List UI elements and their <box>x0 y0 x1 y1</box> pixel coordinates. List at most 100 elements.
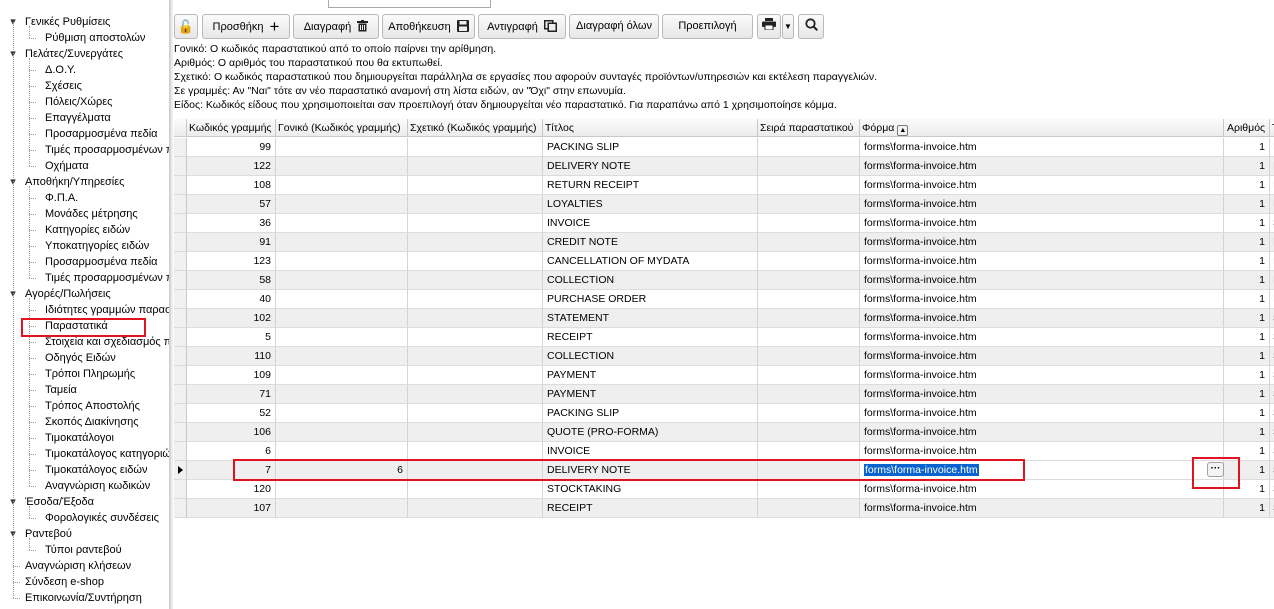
tree-item[interactable]: Αναγνώριση κωδικών <box>0 478 169 494</box>
print-button[interactable] <box>757 14 781 39</box>
default-button[interactable]: Προεπιλογή <box>662 14 753 39</box>
cell-t[interactable]: I <box>1270 252 1274 271</box>
cell-related[interactable] <box>408 271 543 290</box>
row-indicator[interactable] <box>174 347 187 366</box>
cell-related[interactable] <box>408 195 543 214</box>
cell-title[interactable]: PAYMENT <box>543 366 758 385</box>
cell-t[interactable]: S <box>1270 461 1274 480</box>
cell-number[interactable]: 1 <box>1224 499 1270 518</box>
row-indicator[interactable] <box>174 423 187 442</box>
table-row[interactable]: 99 PACKING SLIP forms\forma-invoice.htm1I <box>174 138 1274 157</box>
cell-parent[interactable] <box>276 214 408 233</box>
lock-button[interactable]: 🔓 <box>174 14 198 39</box>
row-indicator[interactable] <box>174 461 187 480</box>
tree-item[interactable]: Τύποι ραντεβού <box>0 542 169 558</box>
cell-code[interactable]: 91 <box>187 233 276 252</box>
save-button[interactable]: Αποθήκευση <box>382 14 475 39</box>
row-indicator[interactable] <box>174 442 187 461</box>
cell-number[interactable]: 1 <box>1224 328 1270 347</box>
cell-related[interactable] <box>408 366 543 385</box>
tree-group[interactable]: ▾ Πελάτες/Συνεργάτες <box>0 46 169 62</box>
column-header-related[interactable]: Σχετικό (Κωδικός γραμμής) <box>408 119 543 137</box>
column-header-number[interactable]: Αριθμός <box>1224 119 1270 137</box>
cell-number[interactable]: 1 <box>1224 309 1270 328</box>
table-row[interactable]: 52 PACKING SLIP forms\forma-invoice.htm1S <box>174 404 1274 423</box>
tree-group[interactable]: ▾ Αποθήκη/Υπηρεσίες <box>0 174 169 190</box>
tree-item[interactable]: Τιμές προσαρμοσμένων π <box>0 270 169 286</box>
cell-series[interactable] <box>758 138 860 157</box>
cell-t[interactable]: S <box>1270 347 1274 366</box>
cell-number[interactable]: 1 <box>1224 214 1270 233</box>
table-row[interactable]: 40 PURCHASE ORDER forms\forma-invoice.htm 1… <box>174 290 1274 309</box>
tree-group[interactable]: ▾ Αγορές/Πωλήσεις <box>0 286 169 302</box>
cell-title[interactable]: QUOTE (PRO-FORMA) <box>543 423 758 442</box>
tree-item[interactable]: Ρύθμιση αποστολών <box>0 30 169 46</box>
cell-parent[interactable] <box>276 309 408 328</box>
cell-form[interactable]: forms\forma-invoice.htm <box>860 176 1224 195</box>
cell-form[interactable]: forms\forma-invoice.htm <box>860 366 1224 385</box>
cell-t[interactable]: I <box>1270 195 1274 214</box>
cell-parent[interactable] <box>276 366 408 385</box>
print-dropdown-button[interactable]: ▼ <box>782 14 794 39</box>
cell-number[interactable]: 1 <box>1224 233 1270 252</box>
cell-parent[interactable] <box>276 176 408 195</box>
cell-number[interactable]: 1 <box>1224 195 1270 214</box>
row-indicator[interactable] <box>174 214 187 233</box>
cell-number[interactable]: 1 <box>1224 157 1270 176</box>
cell-related[interactable] <box>408 214 543 233</box>
cell-form[interactable]: forms\forma-invoice.htm <box>860 214 1224 233</box>
cell-code[interactable]: 57 <box>187 195 276 214</box>
table-row[interactable]: 122 DELIVERY NOTE forms\forma-invoice.htm 1… <box>174 157 1274 176</box>
cell-form[interactable]: forms\forma-invoice.htm <box>860 252 1224 271</box>
row-indicator[interactable] <box>174 271 187 290</box>
cell-code[interactable]: 102 <box>187 309 276 328</box>
cell-form[interactable]: forms\forma-invoice.htm <box>860 347 1224 366</box>
tree-item[interactable]: Τρόποι Πληρωμής <box>0 366 169 382</box>
cell-parent[interactable] <box>276 404 408 423</box>
cell-related[interactable] <box>408 290 543 309</box>
cell-form[interactable]: forms\forma-invoice.htm <box>860 157 1224 176</box>
cell-t[interactable]: I <box>1270 176 1274 195</box>
tree-item[interactable]: Τιμοκατάλογοι <box>0 430 169 446</box>
cell-t[interactable]: S <box>1270 328 1274 347</box>
cell-form[interactable]: forms\forma-invoice.htm <box>860 404 1224 423</box>
cell-related[interactable] <box>408 385 543 404</box>
tree-item[interactable]: Επαγγέλματα <box>0 110 169 126</box>
row-indicator[interactable] <box>174 290 187 309</box>
cell-code[interactable]: 123 <box>187 252 276 271</box>
cell-series[interactable] <box>758 157 860 176</box>
cell-t[interactable]: S <box>1270 499 1274 518</box>
row-indicator[interactable] <box>174 252 187 271</box>
cell-series[interactable] <box>758 176 860 195</box>
cell-series[interactable] <box>758 271 860 290</box>
cell-t[interactable]: S <box>1270 214 1274 233</box>
cell-t[interactable]: I <box>1270 233 1274 252</box>
cell-series[interactable] <box>758 423 860 442</box>
cell-related[interactable] <box>408 157 543 176</box>
cell-title[interactable]: COLLECTION <box>543 271 758 290</box>
column-header-t[interactable]: Τ <box>1270 119 1274 137</box>
column-header-form[interactable]: Φόρμα ▲ <box>860 119 1224 137</box>
tree-item[interactable]: Ταμεία <box>0 382 169 398</box>
cell-series[interactable] <box>758 233 860 252</box>
table-row[interactable]: 109 PAYMENT forms\forma-invoice.htm1S <box>174 366 1274 385</box>
tree-item[interactable]: Φ.Π.Α. <box>0 190 169 206</box>
cell-t[interactable]: S <box>1270 423 1274 442</box>
cell-series[interactable] <box>758 195 860 214</box>
cell-code[interactable]: 99 <box>187 138 276 157</box>
cell-t[interactable]: S <box>1270 309 1274 328</box>
cell-code[interactable]: 58 <box>187 271 276 290</box>
cell-form[interactable]: forms\forma-invoice.htm <box>860 290 1224 309</box>
search-button[interactable] <box>798 14 824 39</box>
cell-t[interactable]: S <box>1270 385 1274 404</box>
tree-item[interactable]: Σκοπός Διακίνησης <box>0 414 169 430</box>
row-indicator[interactable] <box>174 233 187 252</box>
column-header-code[interactable]: Κωδικός γραμμής <box>187 119 276 137</box>
table-row[interactable]: 108 RETURN RECEIPT forms\forma-invoice.htm… <box>174 176 1274 195</box>
cell-code[interactable]: 71 <box>187 385 276 404</box>
panel-splitter[interactable] <box>170 0 173 609</box>
tree-item[interactable]: Τιμοκατάλογος ειδών <box>0 462 169 478</box>
cell-number[interactable]: 1 <box>1224 252 1270 271</box>
tree-item[interactable]: Σχέσεις <box>0 78 169 94</box>
cell-related[interactable] <box>408 499 543 518</box>
